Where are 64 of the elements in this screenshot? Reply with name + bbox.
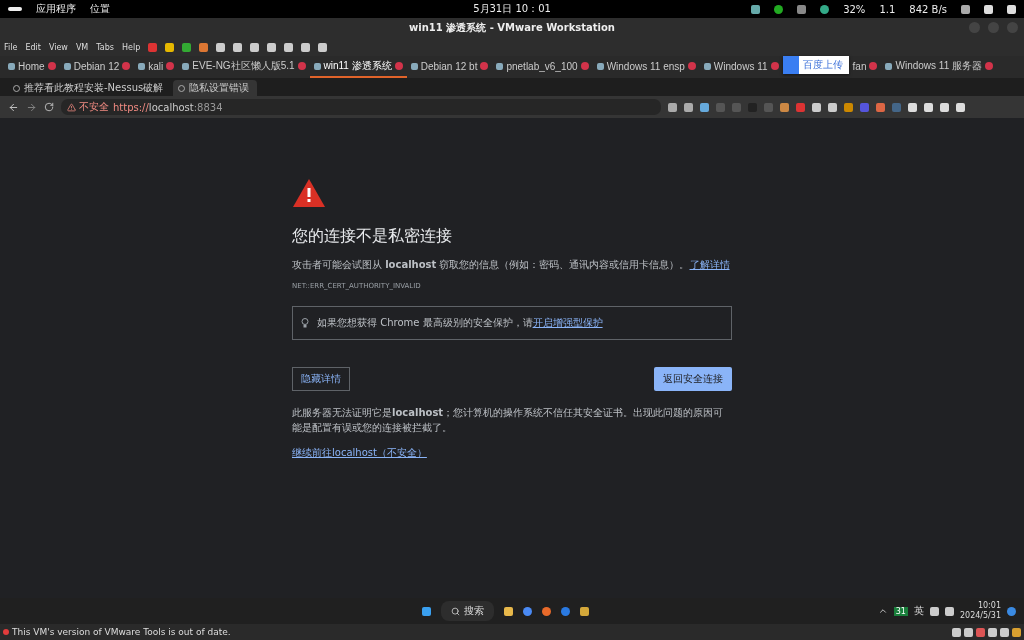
warning-icon — [67, 102, 76, 112]
security-warning[interactable]: 不安全 — [67, 100, 109, 114]
clock[interactable]: 5月31日 10：01 — [473, 2, 551, 16]
vm-tab[interactable]: Home — [4, 56, 60, 78]
close-icon[interactable] — [869, 62, 878, 70]
vm-tab[interactable]: Windows 11 — [699, 56, 783, 78]
proceed-link[interactable]: 继续前往localhost（不安全） — [292, 447, 427, 458]
display-indicator: 1.1 — [879, 3, 896, 15]
back-icon[interactable] — [8, 101, 19, 113]
menu-item[interactable]: File — [4, 42, 18, 52]
details-text: 此服务器无法证明它是localhost；您计算机的操作系统不信任其安全证书。出现此问题的原因可能是配置有误或您的连接被拦截了。 — [292, 406, 725, 435]
chevron-icon[interactable] — [877, 606, 888, 616]
reload-icon[interactable] — [44, 102, 54, 112]
enhanced-protection-link[interactable]: 开启增强型保护 — [532, 317, 603, 328]
learn-more-link[interactable]: 了解详情 — [689, 259, 730, 270]
vm-tab[interactable]: Windows 11 ensp — [592, 56, 700, 78]
close-icon[interactable] — [122, 62, 131, 70]
close-icon[interactable] — [985, 62, 993, 70]
upload-popup[interactable]: 百度上传 — [782, 56, 849, 74]
activities-indicator[interactable] — [8, 7, 22, 11]
top-menu[interactable]: 应用程序 — [36, 2, 76, 16]
menu-item[interactable]: Help — [121, 42, 141, 52]
lightbulb-icon — [301, 318, 309, 328]
vm-tab[interactable]: EVE-NG社区懒人版5.1 — [178, 56, 310, 78]
menu-item[interactable]: Tabs — [96, 42, 114, 52]
back-to-safety-button[interactable]: 返回安全连接 — [654, 367, 732, 391]
search-field[interactable]: 搜索 — [441, 601, 494, 621]
menu-item[interactable]: VM — [75, 42, 89, 52]
battery-level: 32% — [843, 3, 866, 15]
vm-tab[interactable]: fan — [848, 56, 882, 78]
taskbar-clock[interactable]: 10:01 2024/5/31 — [959, 601, 1001, 621]
alert-icon — [3, 629, 9, 635]
input-method[interactable]: 英 — [913, 604, 924, 618]
tip-text: 如果您想获得 Chrome 最高级别的安全保护，请开启增强型保护 — [317, 316, 603, 330]
close-icon[interactable] — [687, 62, 696, 70]
hide-details-button[interactable]: 隐藏详情 — [292, 367, 350, 391]
vm-tab[interactable]: Debian 12 bt — [406, 56, 493, 78]
browser-tab[interactable]: 推荐看此教程安装-Nessus破解 — [8, 80, 172, 96]
top-menu[interactable]: 位置 — [90, 2, 110, 16]
close-icon[interactable] — [166, 62, 175, 70]
menu-item[interactable]: Edit — [25, 42, 41, 52]
menu-item[interactable]: View — [48, 42, 68, 52]
vm-tab[interactable]: Debian 12 — [59, 56, 135, 78]
vm-tab[interactable]: kali — [134, 56, 179, 78]
warning-icon — [292, 178, 326, 208]
close-icon[interactable] — [47, 62, 56, 70]
browser-tab[interactable]: 隐私设置错误 — [173, 80, 258, 96]
ime-badge[interactable]: 31 — [893, 606, 908, 616]
close-icon[interactable] — [480, 62, 489, 70]
vm-tab[interactable]: pnetlab_v6_100 — [492, 56, 593, 78]
error-heading: 您的连接不是私密连接 — [292, 226, 453, 247]
close-icon[interactable] — [297, 62, 306, 70]
search-icon — [451, 606, 460, 616]
window-title: win11 渗透系统 - VMware Workstation — [409, 21, 615, 35]
vm-tab[interactable]: Windows 11 服务器 — [881, 56, 997, 78]
address-bar[interactable]: 不安全 https://localhost:8834 — [61, 99, 661, 115]
status-message: This VM's version of VMware Tools is out of date. — [12, 627, 231, 637]
url-text: https://localhost:8834 — [113, 101, 223, 113]
close-icon[interactable] — [394, 62, 403, 70]
forward-icon[interactable] — [26, 101, 37, 113]
network-speed: 842 B/s — [909, 3, 947, 15]
error-message: 攻击者可能会试图从 localhost 窃取您的信息（例如：密码、通讯内容或信用卡信息）。了解详情 — [292, 258, 731, 272]
close-icon[interactable] — [580, 62, 589, 70]
close-icon[interactable] — [770, 62, 779, 70]
